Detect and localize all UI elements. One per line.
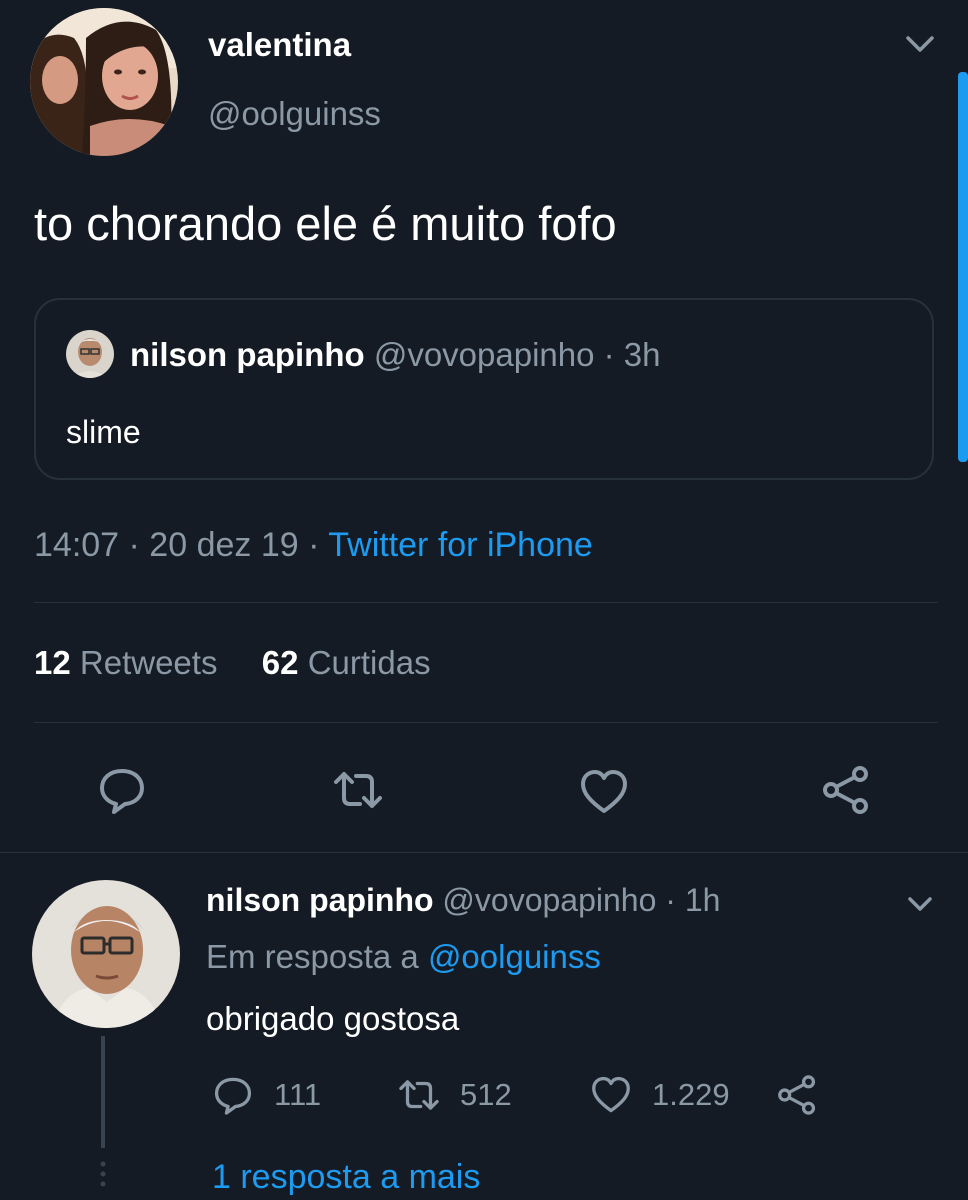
divider: [34, 722, 938, 723]
like-icon[interactable]: [576, 764, 632, 820]
tweet-timestamp: 14:07 · 20 dez 19 ·: [34, 526, 329, 564]
quoted-tweet-text: slime: [66, 414, 141, 450]
quoted-tweet-header: nilson papinho @vovopapinho · 3h: [130, 336, 661, 374]
retweet-icon[interactable]: [330, 762, 386, 818]
scrollbar[interactable]: [958, 72, 968, 462]
like-icon: [592, 1076, 630, 1113]
reply-icon: [214, 1077, 252, 1115]
quoted-author-avatar: [66, 330, 114, 378]
retweet-icon: [399, 1080, 439, 1110]
likes-count[interactable]: 62: [262, 644, 299, 681]
reply-reply-count: 111: [274, 1077, 322, 1112]
tweet-meta-line: 14:07 · 20 dez 19 · Twitter for iPhone: [34, 526, 593, 565]
divider: [0, 852, 968, 853]
share-icon: [778, 1075, 816, 1115]
quoted-tweet-card[interactable]: [34, 298, 934, 480]
thread-more-dots: [100, 1160, 106, 1190]
author-handle[interactable]: @oolguinss: [208, 95, 381, 133]
retweets-label[interactable]: Retweets: [80, 644, 218, 681]
reply-like-count: 1.229: [652, 1077, 730, 1112]
reply-author-name[interactable]: nilson papinho: [206, 882, 434, 918]
reply-icon[interactable]: [94, 762, 150, 818]
reply-reply-action[interactable]: 111: [210, 1072, 321, 1118]
thread-connector-line: [101, 1036, 105, 1148]
divider: [34, 602, 938, 603]
tweet-text: to chorando ele é muito fofo: [34, 197, 617, 250]
reply-to-line: Em resposta a @oolguinss: [206, 938, 601, 976]
quoted-author-meta: @vovopapinho · 3h: [373, 336, 661, 373]
tweet-stats: 12 Retweets 62 Curtidas: [34, 644, 431, 682]
more-replies-link[interactable]: 1 resposta a mais: [212, 1158, 480, 1197]
reply-to-prefix: Em resposta a: [206, 938, 419, 975]
tweet-options-chevron-icon[interactable]: [900, 30, 940, 60]
reply-options-chevron-icon[interactable]: [902, 890, 938, 918]
quoted-author-name: nilson papinho: [130, 336, 365, 373]
reply-retweet-action[interactable]: 512: [396, 1072, 512, 1118]
reply-retweet-count: 512: [460, 1077, 512, 1112]
retweets-count[interactable]: 12: [34, 644, 71, 681]
author-avatar[interactable]: [30, 8, 178, 156]
reply-author-meta: @vovopapinho · 1h: [442, 882, 721, 918]
likes-label[interactable]: Curtidas: [308, 644, 431, 681]
share-icon[interactable]: [818, 762, 874, 818]
reply-author-avatar[interactable]: [32, 880, 180, 1028]
reply-share-action[interactable]: [774, 1072, 838, 1118]
reply-header: nilson papinho @vovopapinho · 1h: [206, 882, 720, 919]
reply-like-action[interactable]: 1.229: [588, 1072, 730, 1118]
reply-to-handle-link[interactable]: @oolguinss: [428, 938, 601, 975]
reply-text: obrigado gostosa: [206, 1000, 460, 1037]
author-name[interactable]: valentina: [208, 26, 351, 64]
tweet-source-link[interactable]: Twitter for iPhone: [328, 526, 593, 564]
